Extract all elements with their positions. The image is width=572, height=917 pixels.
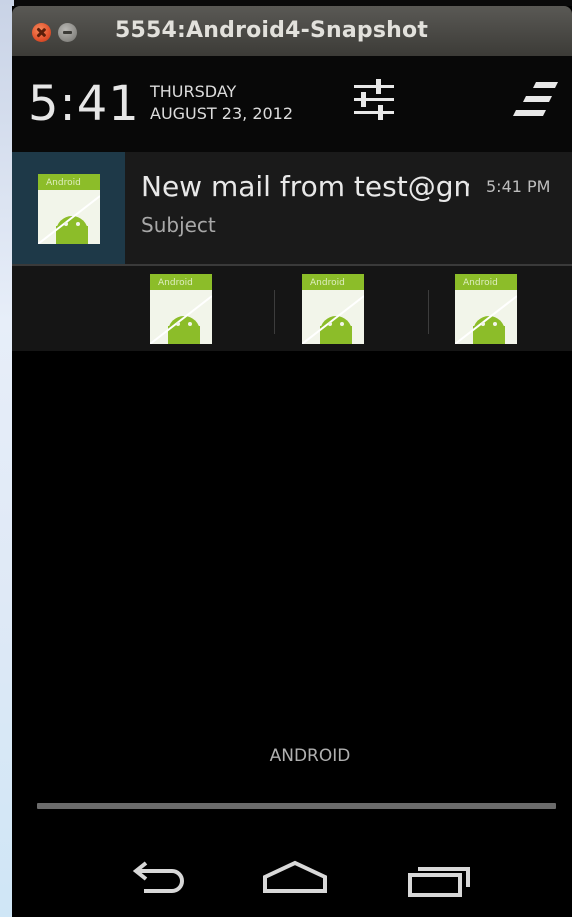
action-1-text: Android <box>158 278 193 288</box>
icon-text: Android <box>46 178 81 188</box>
emulator-window: 5554:Android4-Snapshot 5:41 THURSDAY AUG… <box>12 6 572 917</box>
action-3-text: Android <box>463 278 498 288</box>
action-2-text: Android <box>310 278 345 288</box>
notification-title: New mail from test@gmail.com <box>141 170 469 203</box>
shade-drag-handle[interactable] <box>37 803 556 809</box>
action-3-icon[interactable]: Android <box>455 274 517 344</box>
weekday-label: THURSDAY <box>150 82 237 101</box>
back-icon[interactable] <box>104 829 204 915</box>
window-title: 5554:Android4-Snapshot <box>115 18 429 43</box>
navigation-bar <box>12 829 572 917</box>
window-titlebar[interactable]: 5554:Android4-Snapshot <box>12 6 572 56</box>
notification-actions: Android Android Android <box>12 266 572 351</box>
clock: 5:41 <box>28 76 140 132</box>
minimize-window-button[interactable] <box>58 23 77 42</box>
date-label: AUGUST 23, 2012 <box>150 104 294 123</box>
notification-time: 5:41 PM <box>486 177 551 196</box>
action-separator <box>428 290 429 334</box>
home-icon[interactable] <box>245 829 345 915</box>
notification-header: 5:41 THURSDAY AUGUST 23, 2012 <box>12 56 572 152</box>
action-separator <box>274 290 275 334</box>
mail-notification[interactable]: Android New mail from test@gmail.com 5:4… <box>12 152 572 264</box>
carrier-label: ANDROID <box>269 746 351 766</box>
notification-subject: Subject <box>141 213 216 237</box>
action-2-icon[interactable]: Android <box>302 274 364 344</box>
close-window-button[interactable] <box>32 23 51 42</box>
recent-apps-icon[interactable] <box>392 829 492 915</box>
notification-icon-area: Android <box>12 152 125 264</box>
android-app-icon: Android <box>38 174 100 244</box>
action-1-icon[interactable]: Android <box>150 274 212 344</box>
date-block: THURSDAY AUGUST 23, 2012 <box>150 81 293 125</box>
settings-sliders-icon[interactable] <box>352 78 396 122</box>
clear-all-icon[interactable] <box>512 78 560 120</box>
